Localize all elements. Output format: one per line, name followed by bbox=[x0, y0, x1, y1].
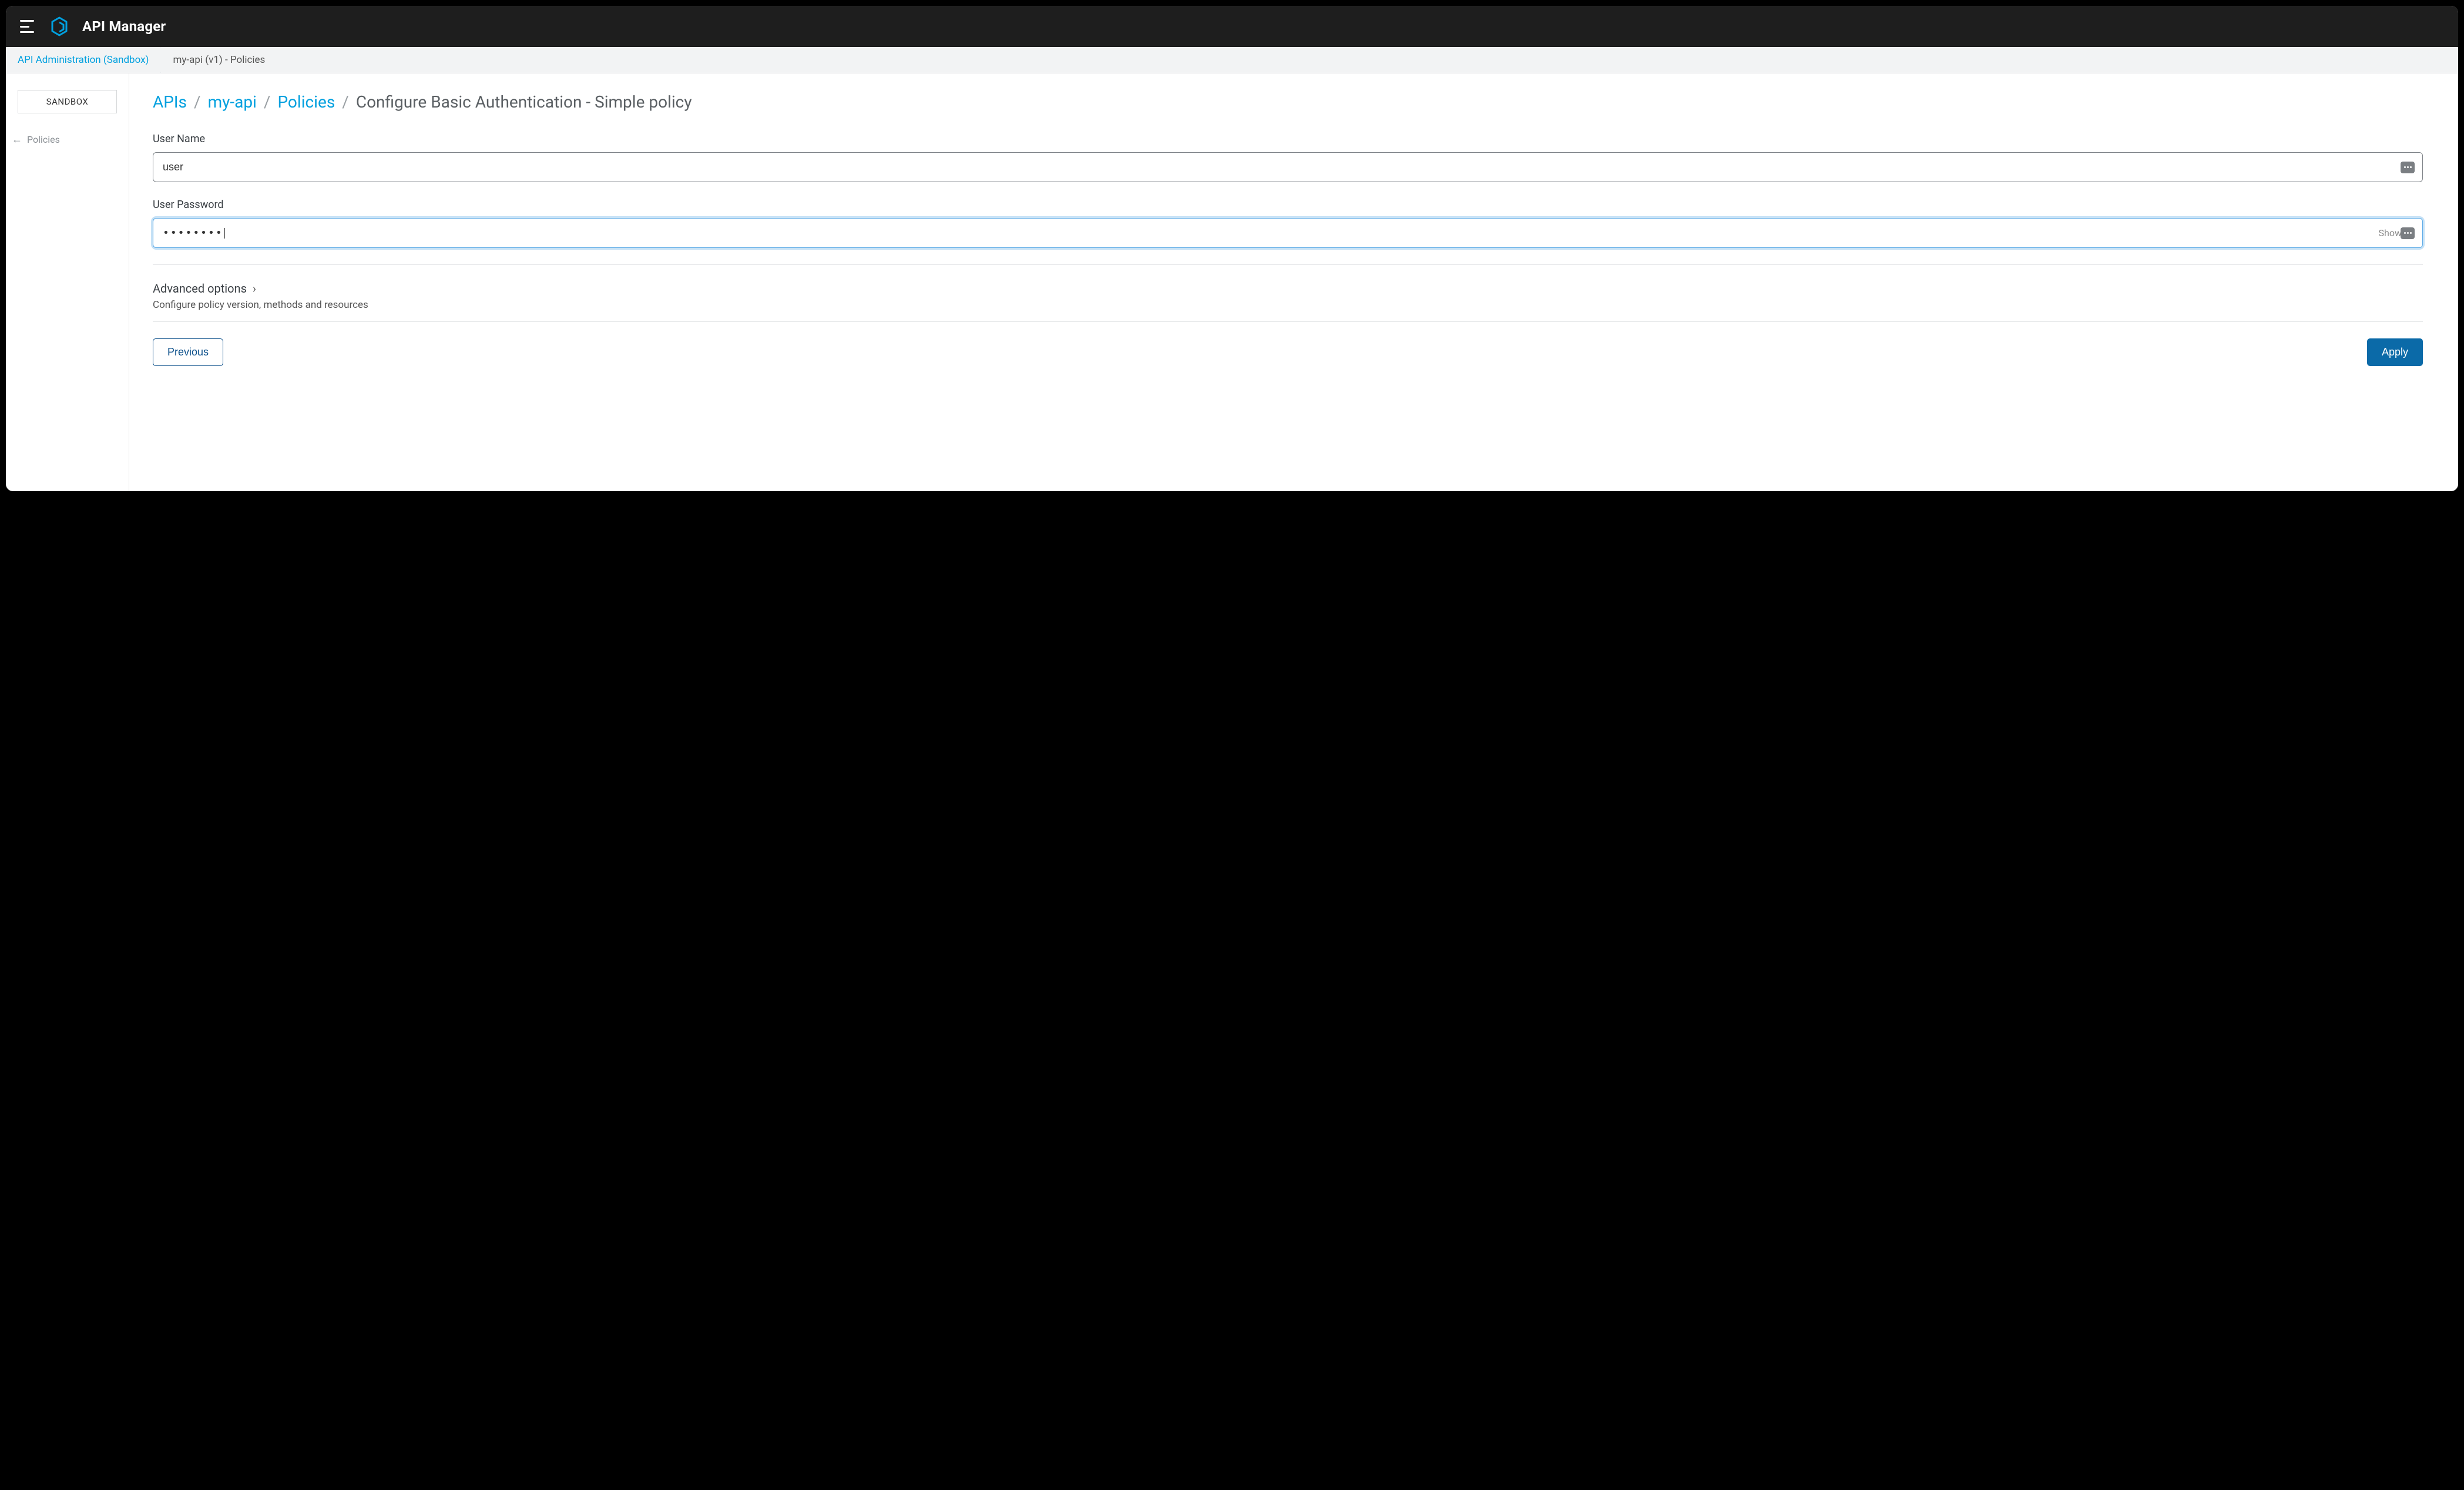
environment-badge: SANDBOX bbox=[18, 90, 117, 113]
crumb-policies[interactable]: Policies bbox=[277, 92, 335, 112]
advanced-options-toggle[interactable]: Advanced options › bbox=[153, 281, 2423, 296]
crumb-apis[interactable]: APIs bbox=[153, 92, 187, 112]
apply-button[interactable]: Apply bbox=[2367, 338, 2423, 366]
password-input[interactable]: •••••••• bbox=[153, 218, 2423, 248]
advanced-options-description: Configure policy version, methods and re… bbox=[153, 299, 2423, 311]
breadcrumb: API Administration (Sandbox) my-api (v1)… bbox=[6, 47, 2458, 73]
sidebar-back-label: Policies bbox=[27, 134, 60, 145]
logo-icon bbox=[51, 16, 68, 36]
show-password-toggle[interactable]: Show bbox=[2379, 227, 2402, 239]
advanced-options-label: Advanced options bbox=[153, 281, 247, 296]
arrow-left-icon: ← bbox=[12, 133, 22, 146]
breadcrumb-current: my-api (v1) - Policies bbox=[161, 47, 277, 73]
sidebar-back-policies[interactable]: ← Policies bbox=[6, 130, 129, 149]
crumb-my-api[interactable]: my-api bbox=[208, 92, 257, 112]
password-label: User Password bbox=[153, 199, 2423, 211]
username-label: User Name bbox=[153, 133, 2423, 145]
app-title: API Manager bbox=[82, 18, 166, 35]
credential-picker-icon[interactable] bbox=[2401, 162, 2415, 173]
previous-button[interactable]: Previous bbox=[153, 338, 223, 366]
divider bbox=[153, 321, 2423, 322]
divider bbox=[153, 264, 2423, 265]
credential-picker-icon[interactable] bbox=[2401, 227, 2415, 239]
menu-icon[interactable] bbox=[20, 20, 36, 33]
crumb-current: Configure Basic Authentication - Simple … bbox=[356, 92, 692, 112]
breadcrumb-link-admin[interactable]: API Administration (Sandbox) bbox=[6, 47, 161, 73]
topbar: API Manager bbox=[6, 6, 2458, 47]
main-content: APIs / my-api / Policies / Configure Bas… bbox=[129, 73, 2458, 491]
chevron-right-icon: › bbox=[253, 281, 256, 296]
page-title-breadcrumb: APIs / my-api / Policies / Configure Bas… bbox=[153, 92, 2423, 112]
username-input[interactable] bbox=[153, 152, 2423, 182]
sidebar: SANDBOX ← Policies bbox=[6, 73, 129, 491]
